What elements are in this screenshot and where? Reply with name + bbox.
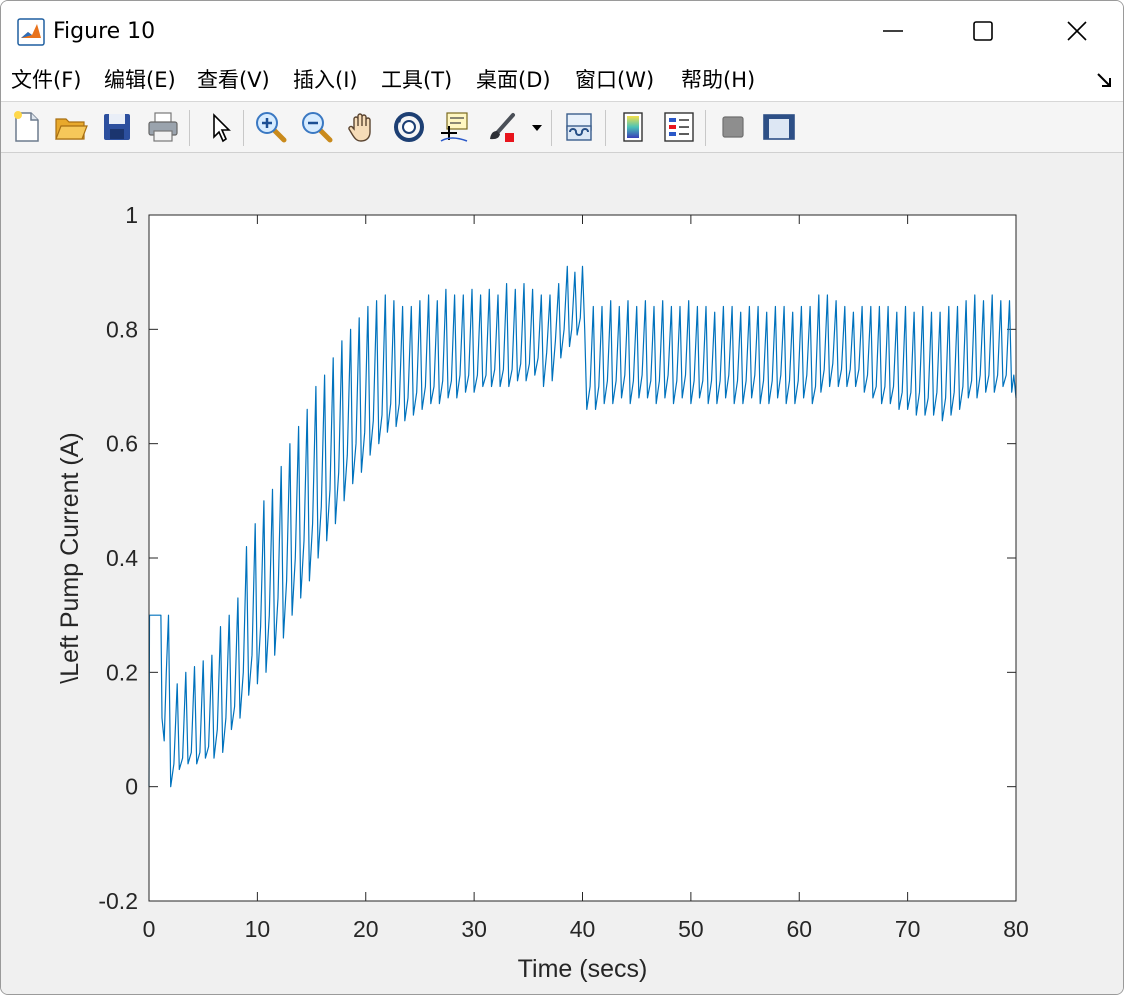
zoom-out-button[interactable] bbox=[299, 109, 335, 145]
y-tick-label: 0.4 bbox=[106, 545, 138, 571]
menu-insert[interactable]: 插入(I) bbox=[293, 66, 358, 94]
data-tip-icon bbox=[440, 112, 468, 142]
link-plot-icon bbox=[566, 113, 592, 141]
insert-colorbar-button[interactable] bbox=[615, 109, 651, 145]
figure-window: Figure 10 文件(F) 编辑(E) 查看(V) 插入(I) 工具(T) … bbox=[0, 0, 1124, 995]
show-plot-tools-icon bbox=[763, 114, 795, 140]
save-disk-icon bbox=[104, 114, 130, 140]
x-tick-label: 30 bbox=[461, 916, 487, 942]
zoom-in-icon bbox=[256, 112, 287, 143]
brush-button[interactable] bbox=[485, 109, 521, 145]
menu-edit[interactable]: 编辑(E) bbox=[104, 66, 176, 94]
menu-window[interactable]: 窗口(W) bbox=[575, 66, 654, 94]
x-tick-label: 40 bbox=[570, 916, 596, 942]
y-tick-label: -0.2 bbox=[98, 888, 138, 914]
link-plot-button[interactable] bbox=[561, 109, 597, 145]
y-axis-label: \Left Pump Current (A) bbox=[56, 432, 84, 683]
x-tick-label: 20 bbox=[353, 916, 379, 942]
toolbar-separator bbox=[605, 110, 606, 146]
brush-icon bbox=[490, 113, 515, 142]
insert-legend-button[interactable] bbox=[661, 109, 697, 145]
figure-toolbar bbox=[1, 102, 1123, 153]
chevron-down-icon bbox=[532, 125, 542, 131]
hand-pan-icon bbox=[348, 113, 371, 142]
printer-icon bbox=[148, 112, 178, 142]
toolbar-separator bbox=[243, 110, 244, 146]
new-file-icon bbox=[14, 111, 39, 142]
open-folder-icon bbox=[55, 118, 88, 140]
brush-dropdown-button[interactable] bbox=[529, 109, 545, 145]
menu-help[interactable]: 帮助(H) bbox=[681, 66, 755, 94]
rotate-3d-icon bbox=[394, 112, 424, 142]
x-tick-label: 70 bbox=[895, 916, 921, 942]
x-tick-label: 80 bbox=[1003, 916, 1029, 942]
save-button[interactable] bbox=[99, 109, 135, 145]
data-cursor-button[interactable] bbox=[437, 109, 473, 145]
y-tick-label: 0.2 bbox=[106, 659, 138, 685]
close-button[interactable] bbox=[1031, 1, 1123, 61]
pan-button[interactable] bbox=[345, 109, 381, 145]
x-tick-label: 10 bbox=[245, 916, 271, 942]
toolbar-separator bbox=[705, 110, 706, 146]
legend-icon bbox=[664, 112, 694, 142]
rotate-3d-button[interactable] bbox=[391, 109, 427, 145]
toolbar-separator bbox=[551, 110, 552, 146]
pointer-arrow-icon bbox=[213, 113, 231, 143]
y-tick-label: 0 bbox=[125, 774, 138, 800]
y-tick-label: 0.6 bbox=[106, 431, 138, 457]
edit-plot-button[interactable] bbox=[203, 109, 239, 145]
menu-view[interactable]: 查看(V) bbox=[197, 66, 270, 94]
hide-plot-tools-icon bbox=[722, 116, 744, 138]
window-title: Figure 10 bbox=[53, 19, 156, 44]
minimize-icon bbox=[883, 30, 903, 32]
zoom-out-icon bbox=[302, 112, 333, 143]
menu-file[interactable]: 文件(F) bbox=[11, 66, 81, 94]
colorbar-icon bbox=[623, 112, 643, 142]
toolbar-separator bbox=[189, 110, 190, 146]
menu-desktop[interactable]: 桌面(D) bbox=[476, 66, 551, 94]
zoom-in-button[interactable] bbox=[253, 109, 289, 145]
y-tick-label: 1 bbox=[125, 202, 138, 228]
new-figure-button[interactable] bbox=[9, 109, 45, 145]
menu-tools[interactable]: 工具(T) bbox=[381, 66, 452, 94]
print-button[interactable] bbox=[145, 109, 181, 145]
y-tick-label: 0.8 bbox=[106, 316, 138, 342]
x-tick-label: 60 bbox=[786, 916, 812, 942]
dock-arrow-icon[interactable] bbox=[1095, 71, 1113, 89]
maximize-icon bbox=[973, 21, 993, 41]
minimize-button[interactable] bbox=[847, 1, 939, 61]
figure-canvas[interactable]: 0 10 20 30 40 50 60 70 80 -0.2 0 0.2 0.4 0.6 0.8 1 Time… bbox=[1, 153, 1123, 994]
maximize-button[interactable] bbox=[937, 1, 1029, 61]
line-chart[interactable]: 0 10 20 30 40 50 60 70 80-0.200.20.40.60.81 Time… bbox=[1, 153, 1123, 994]
hide-plot-tools-button[interactable] bbox=[715, 109, 751, 145]
x-tick-label: 50 bbox=[678, 916, 704, 942]
matlab-logo-icon bbox=[17, 18, 45, 46]
x-axis-label: Time (secs) bbox=[518, 955, 648, 983]
menu-bar: 文件(F) 编辑(E) 查看(V) 插入(I) 工具(T) 桌面(D) 窗口(W… bbox=[1, 61, 1123, 102]
x-tick-label: 0 bbox=[143, 916, 156, 942]
show-plot-tools-button[interactable] bbox=[761, 109, 797, 145]
open-file-button[interactable] bbox=[53, 109, 89, 145]
close-icon bbox=[1067, 21, 1087, 41]
title-bar: Figure 10 bbox=[1, 1, 1123, 61]
